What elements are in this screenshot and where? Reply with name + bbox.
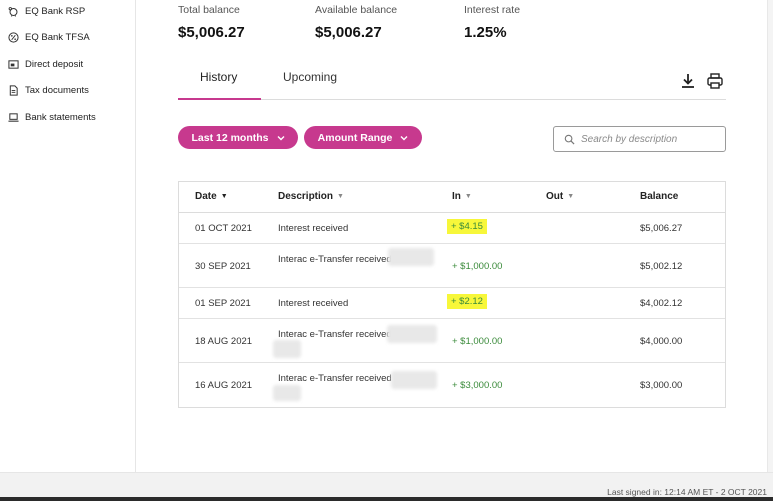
total-balance-value: $5,006.27 <box>178 24 245 41</box>
tab-history[interactable]: History <box>200 70 237 84</box>
sidebar-item-tax-documents[interactable]: Tax documents <box>7 82 89 98</box>
footer: Last signed in: 12:14 AM ET - 2 OCT 2021 <box>0 472 773 497</box>
row-date: 01 OCT 2021 <box>195 223 252 234</box>
sort-icon: ▼ <box>464 193 472 200</box>
sidebar-item-label: Direct deposit <box>25 58 84 70</box>
tab-bar: History Upcoming <box>178 60 726 100</box>
sidebar-item-eq-bank-rsp[interactable]: EQ Bank RSP <box>7 3 85 19</box>
interest-rate-value: 1.25% <box>464 24 507 41</box>
row-date: 18 AUG 2021 <box>195 336 253 347</box>
row-description: Interest received <box>278 223 349 234</box>
chevron-down-icon <box>400 135 408 140</box>
transactions-table: Date ▼ Description ▼ In ▼ Out ▼ Balance 01 O… <box>178 181 726 408</box>
search-box[interactable] <box>553 126 726 152</box>
row-balance: $5,002.12 <box>640 261 683 272</box>
row-date: 01 SEP 2021 <box>195 298 251 309</box>
redacted-sender <box>273 340 301 358</box>
sidebar-item-label: EQ Bank TFSA <box>25 31 90 43</box>
column-header-description[interactable]: Description ▼ <box>278 191 344 202</box>
total-balance: Total balance $5,006.27 <box>178 4 245 41</box>
redacted-sender <box>387 325 437 343</box>
piggy-bank-icon <box>7 5 19 17</box>
column-header-balance: Balance <box>640 191 679 202</box>
percent-circle-icon <box>7 31 19 43</box>
sidebar: EQ Bank RSP EQ Bank TFSA Direct deposit … <box>0 0 136 472</box>
redacted-sender <box>391 371 437 389</box>
amount-range-filter-button[interactable]: Amount Range <box>304 126 422 149</box>
redacted-sender <box>273 385 301 401</box>
row-description: Interac e-Transfer received <box>278 373 392 384</box>
date-range-label: Last 12 months <box>191 131 269 144</box>
table-row[interactable]: 30 SEP 2021 Interac e-Transfer received … <box>179 244 725 288</box>
sidebar-item-label: Tax documents <box>25 84 89 96</box>
row-date: 16 AUG 2021 <box>195 380 253 391</box>
deposit-card-icon <box>7 58 19 70</box>
taskbar-edge <box>0 497 773 501</box>
row-balance: $5,006.27 <box>640 223 683 234</box>
row-in-amount: + $2.12 <box>447 294 487 309</box>
row-description: Interac e-Transfer received <box>278 329 392 340</box>
sidebar-item-bank-statements[interactable]: Bank statements <box>7 109 96 125</box>
table-row[interactable]: 16 AUG 2021 Interac e-Transfer received … <box>179 363 725 407</box>
column-header-in[interactable]: In ▼ <box>452 191 472 202</box>
table-header: Date ▼ Description ▼ In ▼ Out ▼ Balance <box>179 182 725 213</box>
printer-icon[interactable] <box>706 72 724 90</box>
search-input[interactable] <box>581 133 721 145</box>
download-icon[interactable] <box>679 72 697 90</box>
sidebar-item-label: EQ Bank RSP <box>25 5 86 17</box>
last-signed-in: Last signed in: 12:14 AM ET - 2 OCT 2021 <box>607 487 767 497</box>
redacted-sender <box>388 248 434 266</box>
laptop-icon <box>7 111 19 123</box>
interest-rate-label: Interest rate <box>464 4 521 16</box>
table-row[interactable]: 01 SEP 2021 Interest received + $2.12 $4… <box>179 288 725 319</box>
sidebar-item-label: Bank statements <box>25 111 96 123</box>
available-balance-value: $5,006.27 <box>315 24 382 41</box>
row-in-amount: + $3,000.00 <box>452 380 503 391</box>
column-header-date[interactable]: Date ▼ <box>195 191 228 202</box>
sort-icon: ▼ <box>337 193 344 200</box>
table-row[interactable]: 18 AUG 2021 Interac e-Transfer received … <box>179 319 725 363</box>
amount-range-label: Amount Range <box>317 131 393 144</box>
sort-icon: ▼ <box>567 193 575 200</box>
available-balance-label: Available balance <box>315 4 398 16</box>
tab-upcoming[interactable]: Upcoming <box>283 70 337 84</box>
date-range-filter-button[interactable]: Last 12 months <box>178 126 298 149</box>
row-description: Interest received <box>278 298 349 309</box>
row-balance: $3,000.00 <box>640 380 683 391</box>
sidebar-item-eq-bank-tfsa[interactable]: EQ Bank TFSA <box>7 29 90 45</box>
search-icon <box>564 134 575 145</box>
active-tab-indicator <box>178 98 261 100</box>
document-icon <box>7 84 19 96</box>
row-date: 30 SEP 2021 <box>195 261 251 272</box>
row-balance: $4,002.12 <box>640 298 683 309</box>
column-header-out[interactable]: Out ▼ <box>546 191 574 202</box>
row-in-amount: + $1,000.00 <box>452 336 503 347</box>
row-description: Interac e-Transfer received <box>278 254 392 265</box>
row-in-amount: + $4.15 <box>447 219 487 234</box>
sidebar-item-direct-deposit[interactable]: Direct deposit <box>7 56 83 72</box>
total-balance-label: Total balance <box>178 4 240 16</box>
row-in-amount: + $1,000.00 <box>452 261 503 272</box>
row-balance: $4,000.00 <box>640 336 683 347</box>
sort-desc-icon: ▼ <box>220 193 228 200</box>
table-row[interactable]: 01 OCT 2021 Interest received + $4.15 $5… <box>179 213 725 244</box>
interest-rate: Interest rate 1.25% <box>464 4 520 41</box>
scrollbar[interactable] <box>767 0 773 472</box>
chevron-down-icon <box>277 135 285 140</box>
available-balance: Available balance $5,006.27 <box>315 4 397 41</box>
